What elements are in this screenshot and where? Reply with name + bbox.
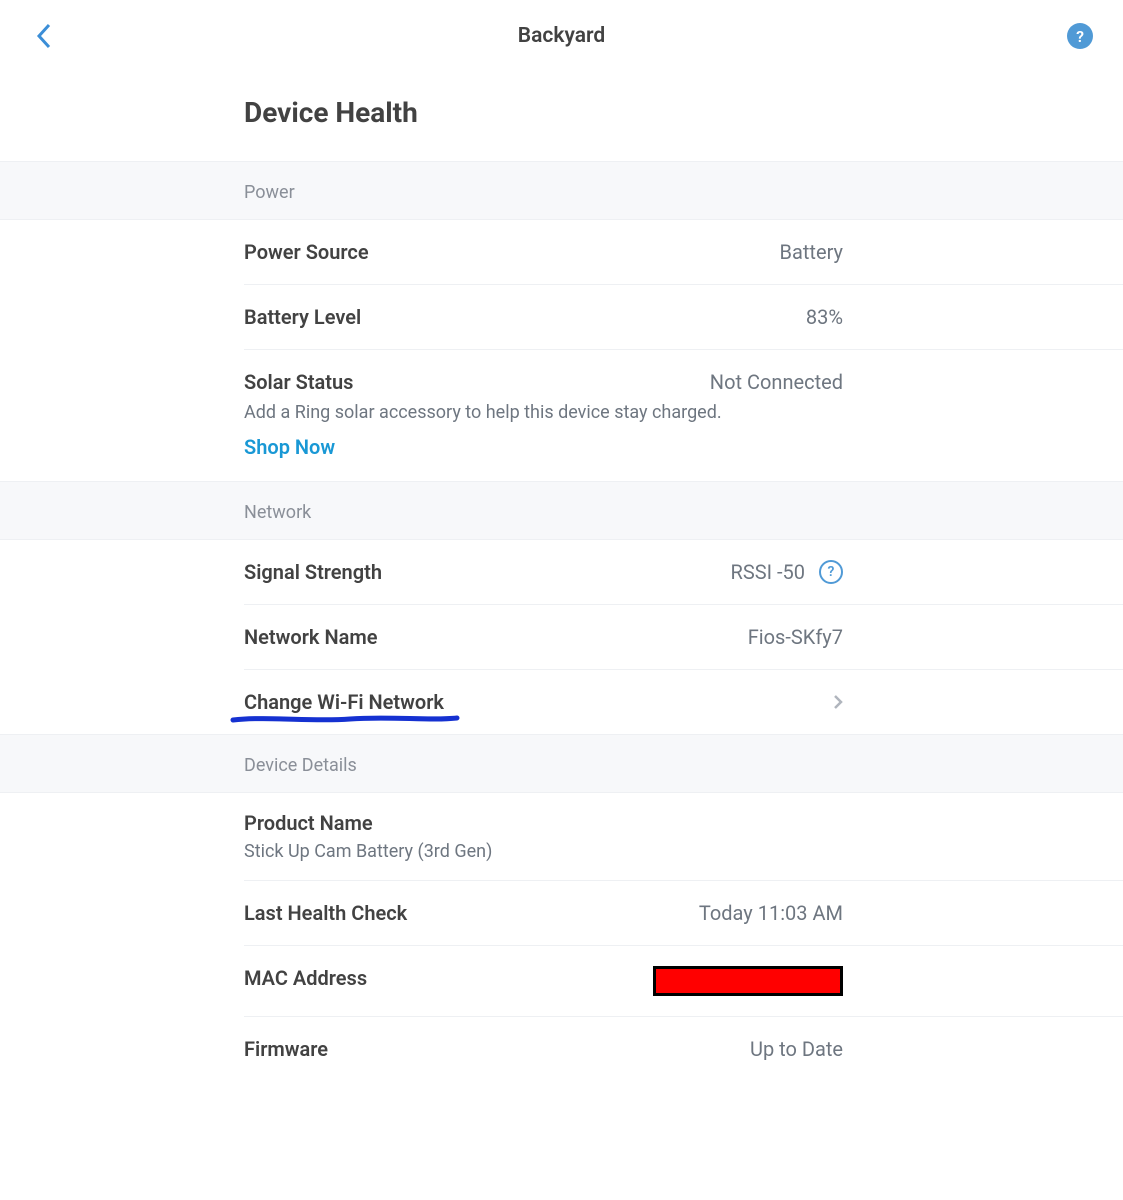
chevron-right-icon: [833, 694, 843, 710]
value-last-health-check: Today 11:03 AM: [699, 901, 843, 925]
shop-now-link[interactable]: Shop Now: [244, 435, 335, 459]
section-header-power: Power: [0, 161, 1123, 220]
back-button[interactable]: [30, 22, 58, 50]
label-change-wifi: Change Wi-Fi Network: [244, 690, 444, 714]
section-content-power: Power Source Battery Battery Level 83% S…: [0, 220, 1123, 481]
info-button-signal[interactable]: ?: [819, 560, 843, 584]
chevron-left-icon: [35, 22, 53, 50]
page-title: Device Health: [0, 72, 1123, 161]
label-battery-level: Battery Level: [244, 305, 361, 329]
row-change-wifi[interactable]: Change Wi-Fi Network: [244, 670, 1123, 734]
section-header-network: Network: [0, 481, 1123, 540]
header-bar: Backyard ?: [0, 0, 1123, 72]
row-firmware: Firmware Up to Date: [244, 1017, 1123, 1081]
hand-drawn-underline: [230, 712, 460, 726]
value-signal-strength: RSSI -50: [731, 560, 805, 584]
row-signal-strength: Signal Strength RSSI -50 ?: [244, 540, 1123, 605]
row-mac-address: MAC Address: [244, 946, 1123, 1017]
label-signal-strength: Signal Strength: [244, 560, 382, 584]
section-content-device-details: Product Name Stick Up Cam Battery (3rd G…: [0, 793, 1123, 1081]
row-solar-status: Solar Status Not Connected Add a Ring so…: [244, 350, 1123, 481]
section-content-network: Signal Strength RSSI -50 ? Network Name …: [0, 540, 1123, 734]
row-last-health-check: Last Health Check Today 11:03 AM: [244, 881, 1123, 946]
value-network-name: Fios-SKfy7: [748, 625, 843, 649]
row-network-name: Network Name Fios-SKfy7: [244, 605, 1123, 670]
row-battery-level: Battery Level 83%: [244, 285, 1123, 350]
label-mac-address: MAC Address: [244, 966, 367, 990]
row-power-source: Power Source Battery: [244, 220, 1123, 285]
label-network-name: Network Name: [244, 625, 377, 649]
label-last-health-check: Last Health Check: [244, 901, 407, 925]
header-title: Backyard: [518, 24, 605, 48]
question-mark-icon: ?: [828, 564, 835, 580]
value-power-source: Battery: [780, 240, 843, 264]
row-product-name: Product Name Stick Up Cam Battery (3rd G…: [244, 793, 1123, 881]
label-product-name: Product Name: [244, 811, 843, 835]
help-button[interactable]: ?: [1067, 23, 1093, 49]
desc-solar-status: Add a Ring solar accessory to help this …: [244, 402, 843, 423]
value-battery-level: 83%: [806, 305, 843, 329]
value-firmware: Up to Date: [750, 1037, 843, 1061]
value-product-name: Stick Up Cam Battery (3rd Gen): [244, 841, 843, 862]
value-solar-status: Not Connected: [710, 370, 843, 394]
label-power-source: Power Source: [244, 240, 369, 264]
question-mark-icon: ?: [1076, 27, 1084, 46]
section-header-device-details: Device Details: [0, 734, 1123, 793]
label-firmware: Firmware: [244, 1037, 328, 1061]
value-mac-address-redacted: [653, 966, 843, 996]
label-solar-status: Solar Status: [244, 370, 353, 394]
